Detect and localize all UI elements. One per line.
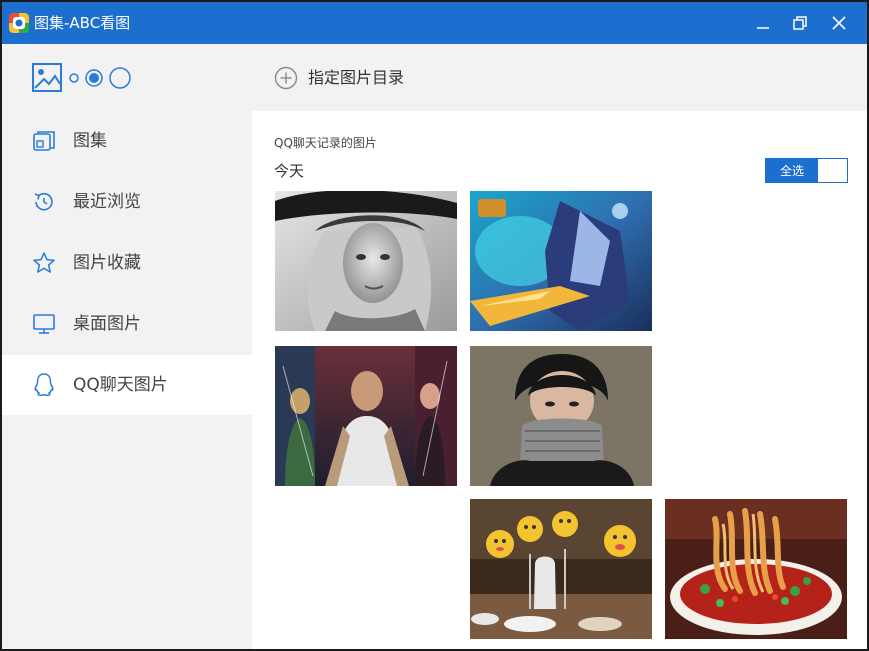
- date-group-label: 今天: [274, 162, 305, 180]
- thumbnail-game-art[interactable]: [470, 191, 652, 331]
- star-icon: [31, 251, 57, 275]
- sidebar-item-label: 图片收藏: [73, 253, 141, 273]
- sidebar-item-label: 最近浏览: [73, 192, 141, 212]
- sidebar-item-recent[interactable]: 最近浏览: [2, 172, 252, 232]
- plus-circle-icon: [274, 66, 298, 90]
- monitor-icon: [31, 312, 57, 336]
- sidebar-item-label: 桌面图片: [73, 314, 141, 334]
- sidebar: 图集 最近浏览 图片收藏 桌面图片 QQ聊天图片: [2, 44, 252, 649]
- add-directory-label: 指定图片目录: [308, 68, 405, 87]
- thumbnail-party[interactable]: [470, 499, 652, 639]
- thumbnail-portrait[interactable]: [275, 191, 457, 331]
- close-icon[interactable]: [826, 10, 852, 36]
- album-icon: [31, 129, 57, 153]
- thumbnail-person[interactable]: [470, 346, 652, 486]
- app-logo-icon: [9, 13, 29, 33]
- sidebar-item-label: 图集: [73, 131, 107, 151]
- section-title: QQ聊天记录的图片: [274, 136, 377, 150]
- window-title: 图集-ABC看图: [34, 14, 131, 32]
- toolbar: 指定图片目录: [252, 44, 867, 111]
- thumbnail-movie-poster[interactable]: [275, 346, 457, 486]
- select-all-label: 全选: [766, 159, 818, 182]
- qq-icon: [31, 373, 57, 397]
- sidebar-item-label: QQ聊天图片: [73, 375, 168, 395]
- sidebar-item-album[interactable]: 图集: [2, 111, 252, 171]
- sidebar-item-desktop[interactable]: 桌面图片: [2, 294, 252, 354]
- image-logo-icon: [32, 63, 131, 92]
- toggle-off-area: [818, 159, 847, 182]
- sidebar-item-qq[interactable]: QQ聊天图片: [2, 355, 252, 415]
- restore-icon[interactable]: [787, 10, 813, 36]
- sidebar-logo: [32, 62, 132, 94]
- app-window: 图集-ABC看图 图集 最近浏览 图片收藏 桌面图片 QQ聊天图片 指定图片目录…: [0, 0, 869, 651]
- add-directory-button[interactable]: 指定图片目录: [274, 66, 404, 90]
- title-bar[interactable]: 图集-ABC看图: [2, 2, 867, 44]
- thumbnail-noodles[interactable]: [665, 499, 847, 639]
- select-all-toggle[interactable]: 全选: [765, 158, 848, 183]
- sidebar-item-favorites[interactable]: 图片收藏: [2, 233, 252, 293]
- history-icon: [31, 190, 57, 214]
- gallery-content: QQ聊天记录的图片 今天 全选: [252, 111, 867, 649]
- minimize-icon[interactable]: [750, 10, 776, 36]
